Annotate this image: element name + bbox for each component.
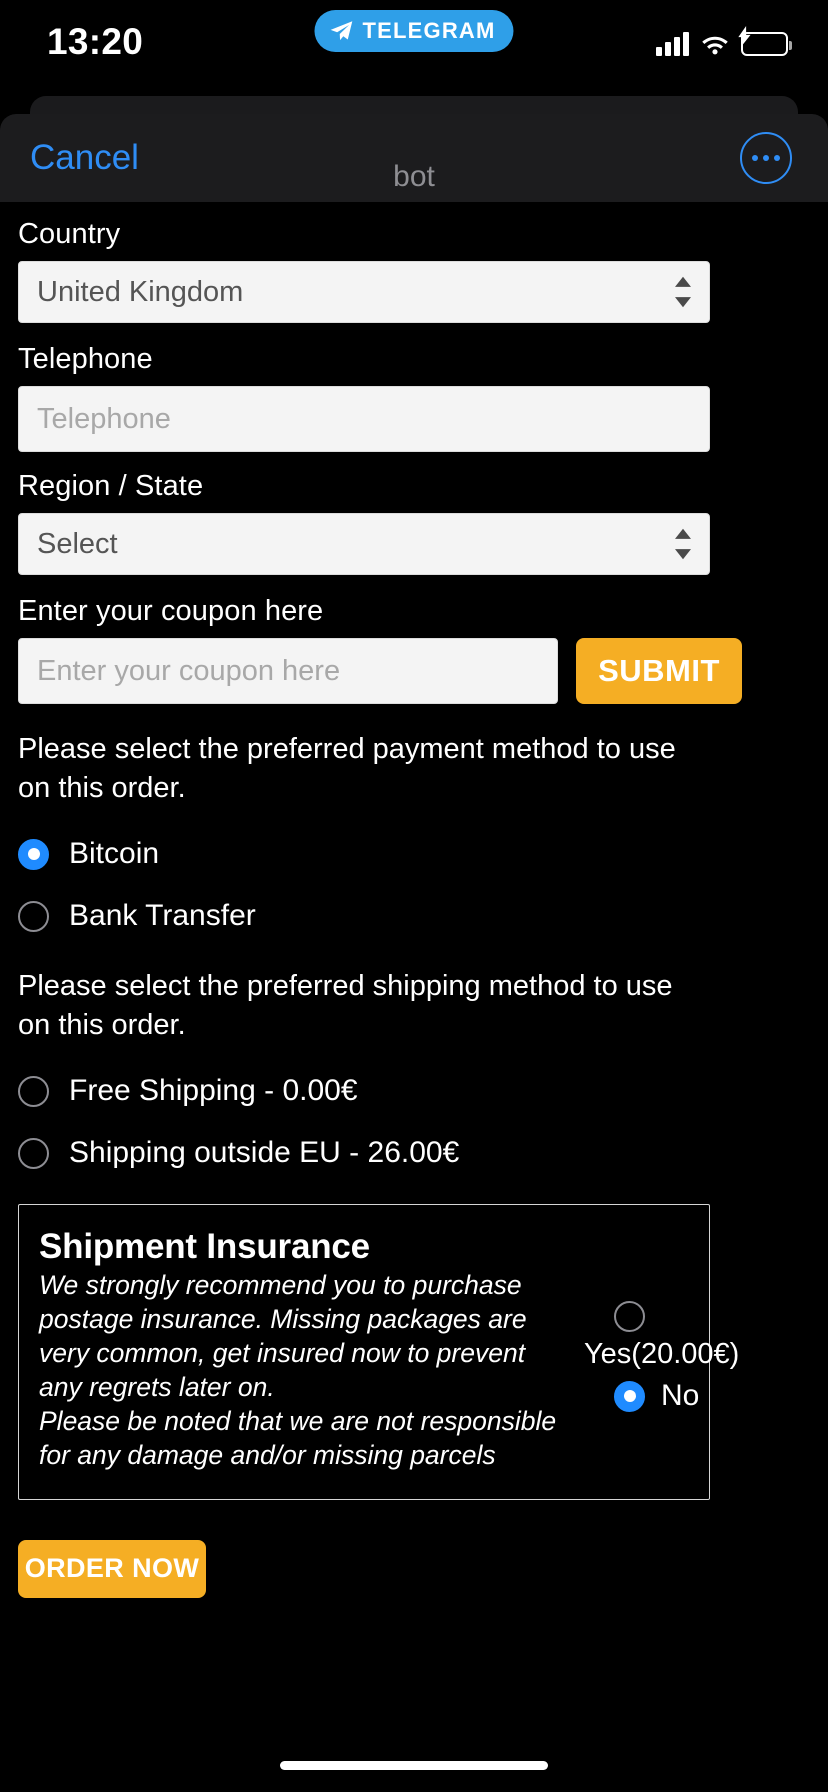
insurance-option-no[interactable]: No: [614, 1379, 814, 1413]
order-now-button[interactable]: ORDER NOW: [18, 1539, 206, 1598]
radio-icon[interactable]: [614, 1301, 645, 1333]
insurance-option-yes[interactable]: Yes(20.00€): [584, 1301, 814, 1371]
insurance-option-label: Yes(20.00€): [584, 1338, 740, 1371]
radio-icon[interactable]: [614, 1380, 645, 1412]
sheet-header: Cancel bot: [0, 114, 828, 202]
shipping-instruction: Please select the preferred shipping met…: [18, 970, 673, 1041]
wifi-icon: [702, 36, 728, 55]
cancel-button[interactable]: Cancel: [30, 138, 139, 178]
payment-option-bitcoin[interactable]: Bitcoin: [18, 837, 810, 871]
home-indicator[interactable]: [280, 1761, 548, 1770]
insurance-title: Shipment Insurance: [39, 1227, 370, 1267]
coupon-input[interactable]: [18, 638, 558, 704]
telegram-plane-icon: [330, 21, 353, 41]
telegram-app-pill[interactable]: TELEGRAM: [314, 10, 514, 52]
insurance-description-line-2: Please be noted that we are not responsi…: [39, 1405, 557, 1470]
region-state-select-wrapper[interactable]: Select: [18, 513, 710, 575]
insurance-option-label: No: [661, 1379, 700, 1413]
cellular-signal-icon: [656, 32, 689, 56]
payment-option-bank-transfer[interactable]: Bank Transfer: [18, 899, 810, 933]
checkout-form: Country United Kingdom Telephone Region …: [0, 202, 828, 1598]
region-state-label: Region / State: [18, 470, 204, 502]
insurance-description: We strongly recommend you to purchase po…: [39, 1269, 569, 1472]
battery-charging-icon: [738, 26, 792, 56]
telephone-label: Telephone: [18, 343, 153, 375]
payment-instruction: Please select the preferred payment meth…: [18, 733, 676, 804]
coupon-submit-button[interactable]: SUBMIT: [576, 638, 742, 704]
payment-option-label: Bitcoin: [69, 837, 160, 871]
country-select-wrapper[interactable]: United Kingdom: [18, 261, 710, 323]
status-bar-time: 13:20: [47, 21, 144, 62]
status-bar: 13:20 TELEGRAM: [0, 0, 828, 92]
status-bar-indicators: [656, 26, 792, 56]
coupon-row: SUBMIT: [18, 638, 810, 704]
insurance-text-block: Shipment Insurance We strongly recommend…: [39, 1227, 569, 1472]
ellipsis-dot-icon: [752, 155, 758, 161]
shipping-option-free[interactable]: Free Shipping - 0.00€: [18, 1074, 810, 1108]
radio-icon[interactable]: [18, 900, 49, 932]
radio-icon[interactable]: [18, 838, 49, 870]
payment-option-label: Bank Transfer: [69, 899, 256, 933]
ellipsis-dot-icon: [763, 155, 769, 161]
bot-webview-sheet: Cancel bot Country United Kingdom Teleph…: [0, 114, 828, 1598]
coupon-label: Enter your coupon here: [18, 595, 324, 627]
shipping-method-group: Free Shipping - 0.00€ Shipping outside E…: [18, 1074, 810, 1170]
shipping-option-outside-eu[interactable]: Shipping outside EU - 26.00€: [18, 1136, 810, 1170]
telegram-pill-label: TELEGRAM: [362, 18, 496, 43]
shipping-option-label: Shipping outside EU - 26.00€: [69, 1136, 460, 1170]
telephone-input[interactable]: [18, 386, 710, 452]
lightning-bolt-icon: [738, 26, 751, 46]
radio-icon[interactable]: [18, 1075, 49, 1107]
insurance-description-line-1: We strongly recommend you to purchase po…: [39, 1270, 527, 1402]
ellipsis-dot-icon: [774, 155, 780, 161]
country-label: Country: [18, 218, 121, 250]
shipping-option-label: Free Shipping - 0.00€: [69, 1074, 358, 1108]
radio-icon[interactable]: [18, 1137, 49, 1169]
sheet-title: bot: [393, 160, 435, 193]
more-options-button[interactable]: [740, 132, 792, 184]
insurance-options: Yes(20.00€) No: [584, 1301, 814, 1413]
shipment-insurance-box: Shipment Insurance We strongly recommend…: [18, 1204, 739, 1500]
country-select[interactable]: United Kingdom: [18, 261, 710, 323]
region-state-select[interactable]: Select: [18, 513, 710, 575]
payment-method-group: Bitcoin Bank Transfer: [18, 837, 810, 933]
